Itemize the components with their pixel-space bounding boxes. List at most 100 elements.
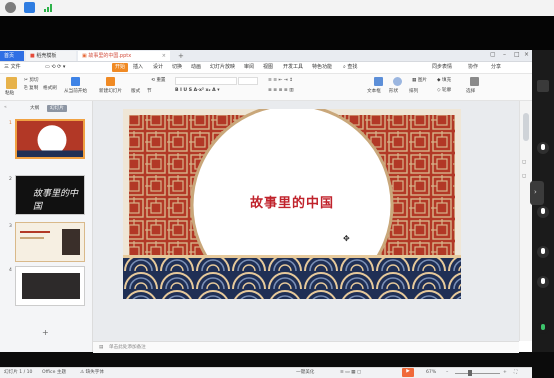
tab-home[interactable]: 首页	[0, 51, 24, 61]
reset-button[interactable]: ⟲ 重置	[151, 77, 166, 84]
shield-icon[interactable]	[24, 2, 35, 13]
menu-insert[interactable]: 插入	[133, 62, 143, 73]
new-slide-button[interactable]: 新建幻灯片	[99, 88, 122, 95]
search-box[interactable]: ⌕ 查找	[343, 62, 357, 73]
new-slide-icon[interactable]	[106, 77, 115, 86]
slide-thumbnail-1[interactable]	[15, 119, 85, 159]
slide-editor[interactable]: 故事里的中国 ✥	[123, 109, 461, 299]
zoom-level: 67%	[426, 370, 437, 375]
menu-start[interactable]: 开始	[112, 63, 129, 72]
slide-thumbnail-2[interactable]: 故事里的中国	[15, 175, 85, 215]
template-logo-icon: ■	[30, 53, 35, 59]
section-button[interactable]: 节	[147, 88, 152, 95]
beautify-button[interactable]: 一键美化	[296, 369, 314, 377]
expand-panel-button[interactable]: ›	[530, 181, 544, 205]
minimize-icon[interactable]: –	[503, 51, 506, 58]
slide-thumbnail-4[interactable]	[15, 266, 85, 306]
menu-developer[interactable]: 开发工具	[283, 62, 303, 73]
picture-button[interactable]: ▦ 图片	[412, 77, 427, 84]
tab-outline[interactable]: 大纲	[30, 105, 39, 112]
align-icons[interactable]: ≣ ≣ ≣ ≣ ▥	[268, 87, 294, 94]
tab-templates[interactable]: ■ 稻壳模板	[26, 51, 76, 61]
missing-font-button[interactable]: ⚠ 缺失字体	[80, 369, 104, 377]
cut-button[interactable]: ✂ 剪切	[24, 77, 39, 84]
reset-label: 重置	[156, 78, 166, 83]
slide3-text-line	[20, 231, 50, 233]
notes-placeholder[interactable]: 单击此处添加备注	[109, 344, 146, 351]
maximize-icon[interactable]: □	[514, 51, 520, 58]
zoom-in-icon[interactable]: +	[503, 369, 507, 377]
tab-slides[interactable]: 幻灯片	[47, 105, 67, 112]
close-window-icon[interactable]: ×	[524, 51, 529, 58]
document-tab-bar: 首页 ■ 稻壳模板 ▣ 故事里的中国.pptx × + ▢ – □ ×	[0, 50, 532, 62]
collapse-pane-icon[interactable]: «	[4, 104, 7, 111]
scroll-thumb[interactable]	[523, 113, 529, 141]
font-name-select[interactable]	[175, 77, 237, 85]
menu-slideshow[interactable]: 幻灯片放映	[210, 62, 235, 73]
mic-icon[interactable]	[537, 246, 549, 258]
outline-button[interactable]: ◇ 轮廓	[437, 87, 451, 94]
mic-icon[interactable]	[537, 142, 549, 154]
menu-bar: 三 文件 ▭ ⟲ ⟳ ▾ 开始 插入 设计 切换 动画 幻灯片放映 审阅 视图 …	[0, 62, 532, 74]
menu-special[interactable]: 特色功能	[312, 62, 332, 73]
textbox-icon[interactable]	[374, 77, 383, 86]
copy-button[interactable]: ⎘ 复制	[24, 85, 38, 92]
font-size-select[interactable]	[238, 77, 258, 85]
add-slide-button[interactable]: +	[42, 329, 49, 337]
paste-button[interactable]: 粘贴	[5, 90, 14, 97]
outline-label: 轮廓	[442, 88, 452, 93]
sync-button[interactable]: 同步表情	[432, 62, 452, 73]
select-icon[interactable]	[470, 77, 479, 86]
tool-icons[interactable]: ▭ ⟲ ⟳ ▾	[45, 62, 65, 73]
fit-window-icon[interactable]: ⛶	[514, 369, 517, 377]
new-tab-icon[interactable]: +	[174, 51, 188, 61]
slide-canvas-area: 故事里的中国 ✥	[93, 101, 519, 341]
slide-title[interactable]: 故事里的中国	[123, 192, 461, 211]
fill-button[interactable]: ◆ 填充	[437, 77, 451, 84]
format-painter-button[interactable]: 格式刷	[43, 85, 57, 92]
notes-panel[interactable]: ▤ 单击此处添加备注	[93, 341, 519, 353]
vertical-scrollbar[interactable]: ◻ ◻	[519, 101, 533, 341]
textbox-button[interactable]: 文本框	[367, 88, 381, 95]
slide-thumbnail-3[interactable]	[15, 222, 85, 262]
slide-counter: 幻灯片 1 / 10	[4, 370, 33, 375]
menu-transition[interactable]: 切换	[172, 62, 182, 73]
ribbon-toolbar: 粘贴 ✂ 剪切 ⎘ 复制 格式刷 从当前开始 新建幻灯片 版式 节 ⟲ 重置 B…	[0, 74, 532, 101]
mic-icon[interactable]	[537, 276, 549, 288]
paste-icon[interactable]	[6, 77, 17, 89]
zoom-out-icon[interactable]: –	[446, 369, 448, 377]
share-button[interactable]: 分享	[491, 62, 501, 73]
shape-icon[interactable]	[393, 77, 402, 86]
view-mode-icons[interactable]: ≡ ▭ ▦ ▢	[340, 369, 361, 377]
menu-design[interactable]: 设计	[153, 62, 163, 73]
tab-document-label: 故事里的中国.pptx	[88, 53, 132, 59]
shape-button[interactable]: 形状	[389, 88, 398, 95]
play-icon[interactable]	[71, 77, 80, 86]
mic-active-icon[interactable]	[537, 322, 549, 334]
screen-share-icon[interactable]	[537, 80, 549, 92]
arrange-button[interactable]: 排列	[409, 88, 418, 95]
menu-animation[interactable]: 动画	[191, 62, 201, 73]
close-tab-icon[interactable]: ×	[162, 51, 166, 61]
from-current-button[interactable]: 从当前开始	[64, 88, 87, 95]
side-tool-icon-2[interactable]: ◻	[522, 173, 526, 180]
side-tool-icons[interactable]: ◻	[522, 159, 526, 166]
restore-icon[interactable]: ▢	[490, 51, 496, 58]
font-style-icons[interactable]: B I U S A·x² x₂ A ▾	[175, 87, 220, 94]
tab-document[interactable]: ▣ 故事里的中国.pptx ×	[78, 51, 170, 61]
select-button[interactable]: 选择	[466, 88, 475, 95]
collab-button[interactable]: 协作	[468, 62, 478, 73]
menu-file[interactable]: 三 文件	[4, 62, 21, 73]
presentation-app-window: 首页 ■ 稻壳模板 ▣ 故事里的中国.pptx × + ▢ – □ × 三 文件…	[0, 50, 533, 378]
play-slideshow-button[interactable]: ▶	[402, 368, 414, 377]
menu-review[interactable]: 审阅	[244, 62, 254, 73]
ppt-file-icon: ▣	[82, 53, 87, 59]
mic-icon[interactable]	[537, 206, 549, 218]
layout-button[interactable]: 版式	[131, 88, 140, 95]
zoom-slider[interactable]	[455, 373, 500, 374]
info-icon[interactable]	[5, 2, 16, 13]
paragraph-icons[interactable]: ≡ ≡ ⇤ ⇥ ↕	[268, 77, 293, 84]
chevron-right-icon: ›	[534, 188, 537, 196]
zoom-slider-thumb[interactable]	[468, 370, 472, 376]
menu-view[interactable]: 视图	[263, 62, 273, 73]
